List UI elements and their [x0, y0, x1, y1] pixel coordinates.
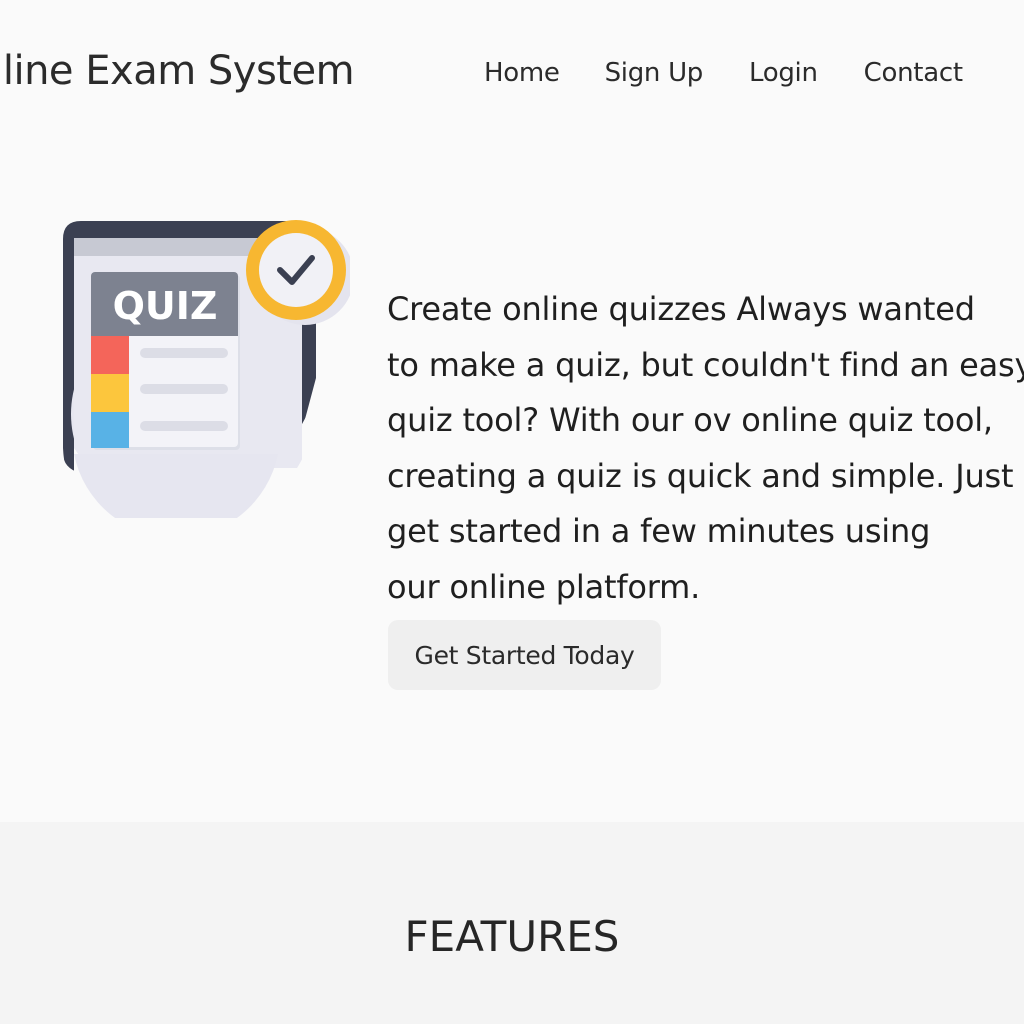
hero-line-1: Create online quizzes Always wanted	[387, 290, 975, 328]
hero-line-4: creating a quiz is quick and simple. Jus…	[387, 456, 1014, 495]
quiz-illustration: QUIZ	[60, 218, 350, 518]
main-nav: Home Sign Up Login Contact	[484, 58, 963, 88]
get-started-button[interactable]: Get Started Today	[388, 620, 661, 690]
nav-link-home[interactable]: Home	[484, 58, 560, 88]
features-section: FEATURES	[0, 822, 1024, 1024]
site-title[interactable]: nline Exam System	[0, 48, 355, 94]
nav-link-sign-up[interactable]: Sign Up	[605, 58, 704, 88]
hero-description: Create online quizzes Always wanted to m…	[387, 282, 1024, 616]
hero-line-2: to make a quiz, but couldn't find an eas…	[387, 345, 1024, 384]
hero-line-5: get started in a few minutes using	[387, 512, 931, 551]
features-heading: FEATURES	[404, 912, 620, 961]
site-header: nline Exam System Home Sign Up Login Con…	[0, 0, 1024, 150]
page: nline Exam System Home Sign Up Login Con…	[0, 0, 1024, 1024]
quiz-label: QUIZ	[113, 284, 218, 328]
nav-link-contact[interactable]: Contact	[864, 58, 963, 88]
hero-line-3: quiz tool? With our ov online quiz tool,	[387, 401, 993, 440]
quiz-document-checkmark-icon: QUIZ	[63, 220, 350, 518]
nav-link-login[interactable]: Login	[749, 58, 818, 88]
hero-line-6: our online platform.	[387, 567, 701, 606]
